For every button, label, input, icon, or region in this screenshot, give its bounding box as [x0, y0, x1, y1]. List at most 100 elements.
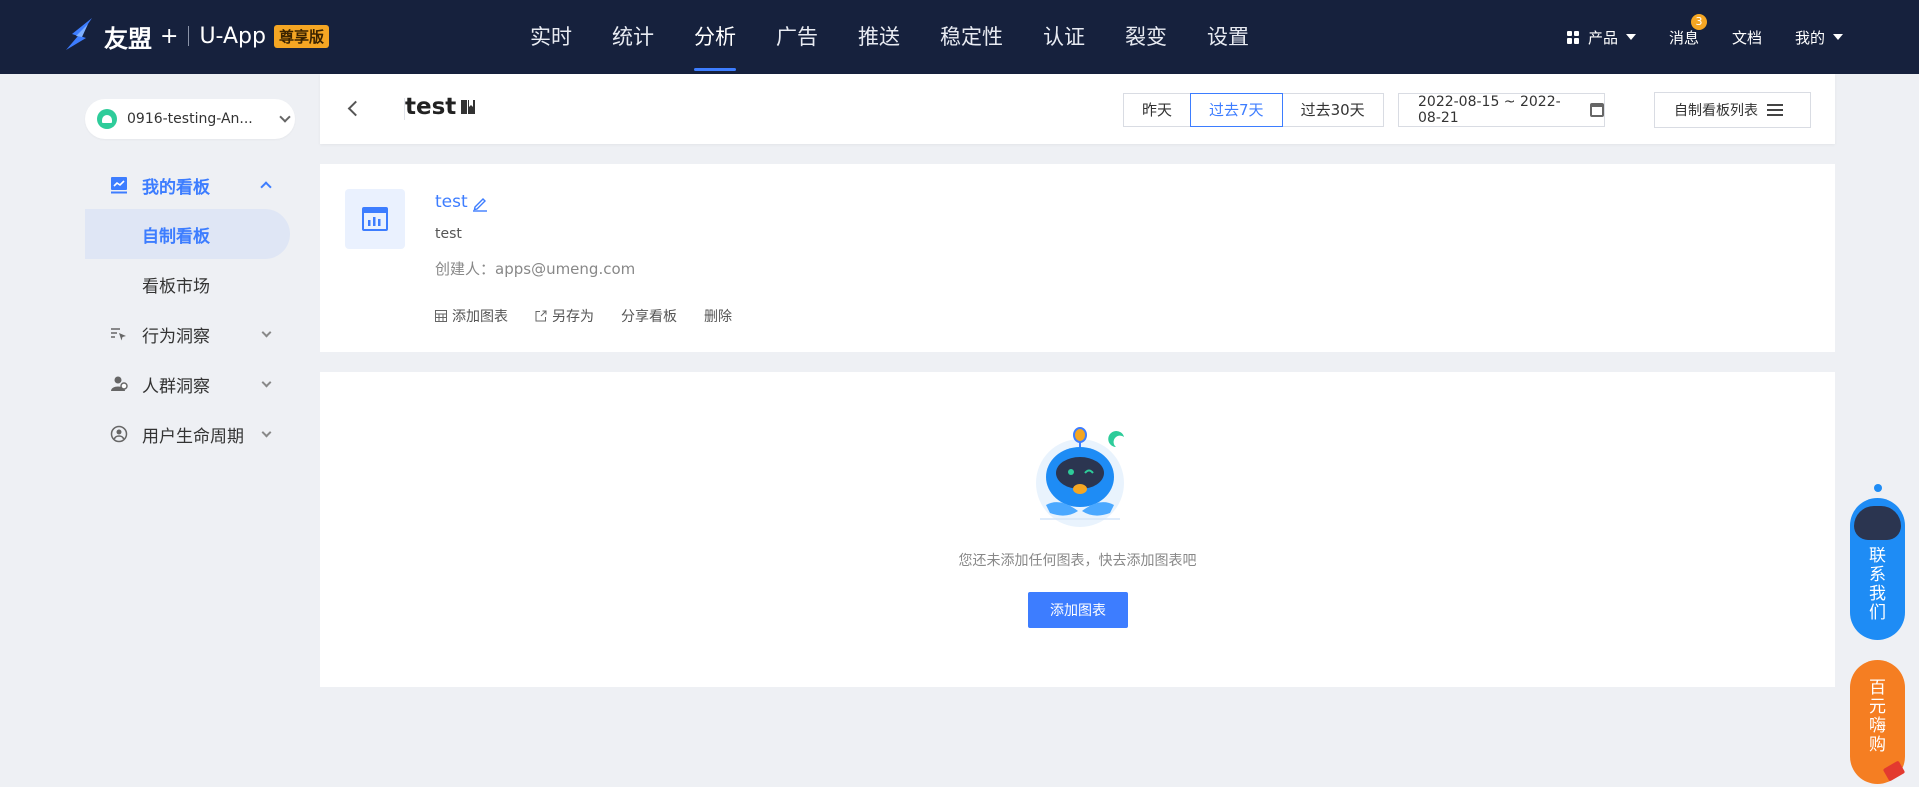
share-board-action[interactable]: 分享看板 [621, 306, 677, 326]
products-label: 产品 [1587, 28, 1618, 47]
empty-state-panel: 您还未添加任何图表，快去添加图表吧 添加图表 [320, 372, 1835, 687]
promo-char: 购 [1869, 735, 1886, 755]
antenna-icon [1874, 484, 1882, 492]
brand-logo[interactable]: 友盟 + U-App 尊享版 [62, 16, 329, 56]
empty-message: 您还未添加任何图表，快去添加图表吧 [958, 553, 1197, 569]
account-label: 我的 [1794, 28, 1825, 47]
nav-analysis[interactable]: 分析 [674, 0, 756, 74]
promo-char: 元 [1869, 697, 1886, 717]
nav-push[interactable]: 推送 [838, 0, 920, 74]
contact-us-widget[interactable]: 联 系 我 们 [1850, 484, 1905, 640]
app-name: 0916-testing-An... [127, 111, 253, 127]
nav-stability[interactable]: 稳定性 [920, 0, 1023, 74]
contact-char: 我 [1869, 584, 1886, 604]
message-count-badge: 3 [1690, 13, 1707, 30]
app-selector[interactable]: 0916-testing-An... [85, 99, 295, 139]
board-name[interactable]: test [435, 192, 468, 212]
board-header: test 昨天 过去7天 过去30天 2022-08-15 ~ 2022-08-… [320, 74, 1835, 144]
creator-label: 创建人： [435, 260, 496, 278]
nav-ads[interactable]: 广告 [756, 0, 838, 74]
chart-board-icon [111, 177, 127, 194]
nav-statistics[interactable]: 统计 [592, 0, 674, 74]
ribbon-icon [1882, 760, 1906, 782]
delete-action[interactable]: 删除 [704, 306, 732, 326]
brand-name: 友盟 [104, 24, 152, 53]
page-title: test [405, 94, 457, 120]
promo-char: 百 [1869, 678, 1886, 698]
calendar-icon [1589, 103, 1604, 117]
board-list-label: 自制看板列表 [1674, 103, 1758, 119]
promo-widget[interactable]: 百 元 嗨 购 [1850, 660, 1906, 784]
users-icon [111, 376, 128, 391]
board-actions: 添加图表 另存为 分享看板 删除 [435, 306, 759, 326]
sidebar-group-label: 行为洞察 [142, 326, 210, 347]
sidebar-group-crowd[interactable]: 人群洞察 [110, 369, 272, 399]
board-creator: 创建人：apps@umeng.com [435, 258, 635, 279]
umeng-logo-icon [66, 18, 92, 50]
tier-badge: 尊享版 [273, 24, 329, 48]
board-info-card: test test 创建人：apps@umeng.com 添加图表 另存为 分享… [320, 164, 1835, 352]
account-menu[interactable]: 我的 [1795, 27, 1843, 48]
top-right-menu: 产品 消息 3 文档 我的 [1566, 0, 1919, 74]
chevron-down-icon [279, 111, 291, 123]
nav-fission[interactable]: 裂变 [1105, 0, 1187, 74]
board-thumbnail [345, 189, 405, 249]
chevron-down-icon [261, 327, 272, 337]
docs-link[interactable]: 文档 [1732, 27, 1762, 48]
nav-auth[interactable]: 认证 [1023, 0, 1105, 74]
main-nav: 实时 统计 分析 广告 推送 稳定性 认证 裂变 设置 [510, 0, 1269, 74]
save-as-action[interactable]: 另存为 [535, 306, 594, 326]
contact-char: 联 [1869, 546, 1886, 566]
chevron-down-icon [261, 427, 272, 437]
save-as-label: 另存为 [552, 309, 594, 325]
table-icon [435, 310, 447, 322]
sidebar-item-board-market[interactable]: 看板市场 [85, 259, 290, 309]
brand-plus: + [160, 23, 179, 49]
edit-icon[interactable] [472, 196, 488, 212]
top-navbar: 友盟 + U-App 尊享版 实时 统计 分析 广告 推送 稳定性 认证 裂变 … [0, 0, 1919, 74]
sidebar-item-custom-boards[interactable]: 自制看板 [85, 209, 290, 259]
range-selector: 昨天 过去7天 过去30天 [1123, 93, 1384, 127]
range-last-30-days[interactable]: 过去30天 [1281, 93, 1384, 127]
sidebar-group-my-boards[interactable]: 我的看板 [110, 170, 272, 200]
sidebar-group-label: 我的看板 [142, 177, 210, 198]
list-icon [1767, 104, 1783, 116]
back-arrow-icon[interactable] [347, 100, 364, 117]
promo-char: 嗨 [1869, 716, 1886, 736]
nav-realtime[interactable]: 实时 [510, 0, 592, 74]
products-menu[interactable]: 产品 [1566, 27, 1636, 48]
range-last-7-days[interactable]: 过去7天 [1190, 93, 1283, 127]
add-chart-button[interactable]: 添加图表 [1028, 592, 1128, 628]
add-chart-action[interactable]: 添加图表 [435, 306, 508, 326]
brand-separator [188, 26, 190, 46]
sidebar-group-label: 人群洞察 [142, 376, 210, 397]
sidebar-group-label: 用户生命周期 [142, 426, 244, 447]
creator-email: apps@umeng.com [495, 260, 636, 278]
messages-link[interactable]: 消息 3 [1668, 13, 1707, 48]
sidebar-group-lifecycle[interactable]: 用户生命周期 [110, 419, 272, 449]
export-icon [535, 310, 547, 322]
android-icon [97, 109, 117, 129]
bookmark-icon[interactable] [460, 99, 476, 115]
lifecycle-icon [110, 425, 128, 443]
board-list-button[interactable]: 自制看板列表 [1654, 92, 1811, 128]
caret-down-icon [1625, 34, 1636, 40]
contact-char: 们 [1869, 603, 1886, 623]
cursor-list-icon [111, 328, 126, 341]
caret-down-icon [1833, 34, 1843, 40]
nav-settings[interactable]: 设置 [1187, 0, 1269, 74]
robot-mascot-icon [1036, 427, 1124, 527]
chevron-up-icon [260, 181, 272, 193]
date-range-picker[interactable]: 2022-08-15 ~ 2022-08-21 [1398, 93, 1605, 127]
add-chart-label: 添加图表 [452, 309, 508, 325]
range-yesterday[interactable]: 昨天 [1123, 93, 1192, 127]
robot-head-icon [1854, 506, 1901, 540]
messages-label: 消息 [1668, 28, 1699, 47]
chevron-down-icon [261, 377, 272, 387]
sidebar-group-behavior[interactable]: 行为洞察 [110, 319, 272, 349]
contact-char: 系 [1869, 565, 1886, 585]
bar-chart-icon [362, 207, 388, 231]
product-name: U-App [199, 23, 266, 49]
grid-icon [1566, 30, 1580, 44]
date-range-value: 2022-08-15 ~ 2022-08-21 [1418, 94, 1561, 126]
